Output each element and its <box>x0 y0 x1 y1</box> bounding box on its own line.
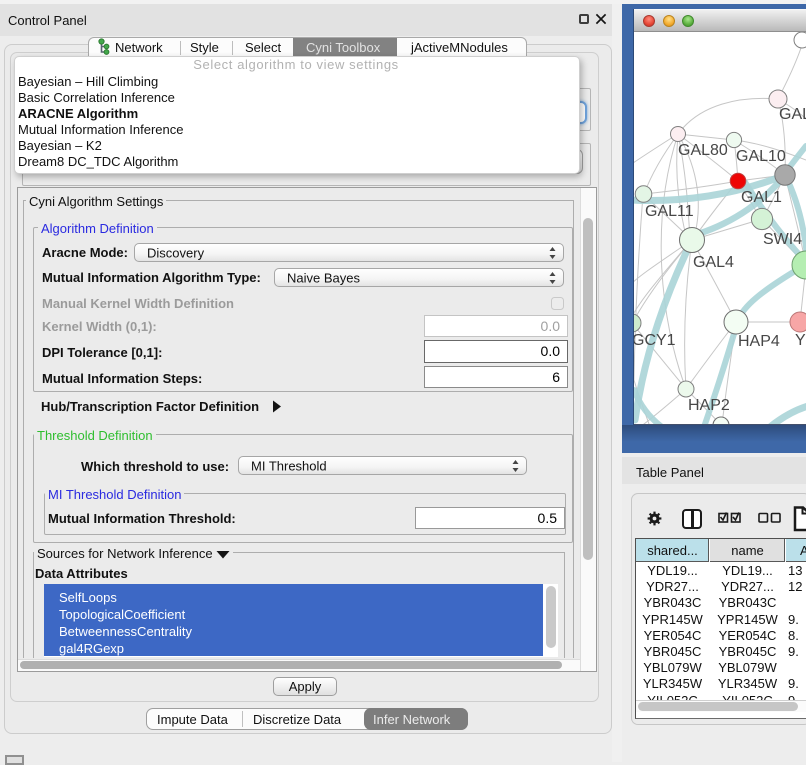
svg-text:SWI4: SWI4 <box>763 231 802 248</box>
svg-text:GCY1: GCY1 <box>634 332 676 349</box>
svg-text:YM: YM <box>795 332 806 349</box>
svg-text:GAL80: GAL80 <box>678 142 728 159</box>
svg-text:HAP2: HAP2 <box>688 397 730 414</box>
svg-text:GAL10: GAL10 <box>736 148 786 165</box>
svg-text:HAP4: HAP4 <box>738 333 780 350</box>
svg-text:GAL7: GAL7 <box>779 106 806 123</box>
svg-text:GAL4: GAL4 <box>693 254 734 271</box>
svg-text:GAL1: GAL1 <box>741 189 782 206</box>
svg-text:GAL11: GAL11 <box>645 203 694 220</box>
